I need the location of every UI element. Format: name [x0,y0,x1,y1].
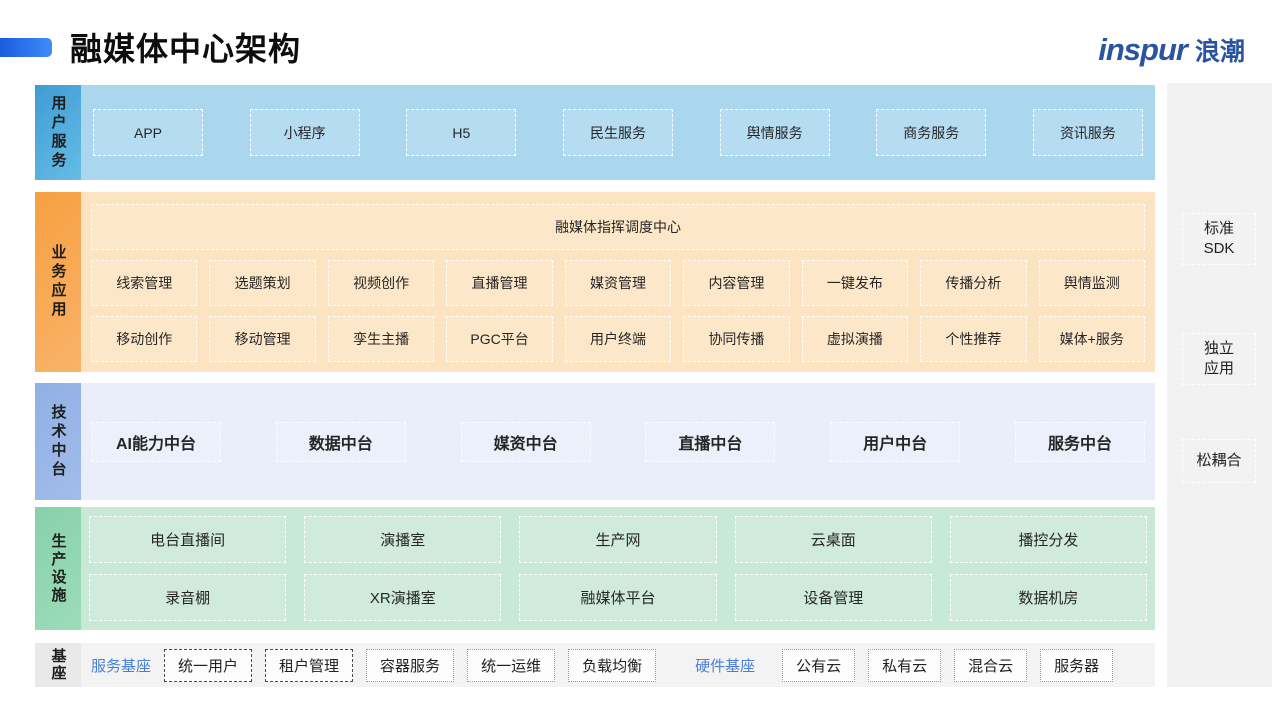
row-tech-platforms: 技术中台 AI能力中台 数据中台 媒资中台 直播中台 用户中台 服务中台 [35,383,1155,500]
logo-wordmark: inspur [1098,32,1187,68]
row-user-services: 用户服务 APP 小程序 H5 民生服务 舆情服务 商务服务 资讯服务 [35,85,1155,180]
row-label-production: 生产设施 [35,507,81,630]
platform-box: 服务中台 [1015,422,1145,462]
facility-box: 融媒体平台 [519,574,716,621]
facility-box: XR演播室 [304,574,501,621]
side-panel: 标准 SDK 独立 应用 松耦合 [1167,83,1272,687]
base-box: 服务器 [1040,649,1113,682]
user-services-content: APP 小程序 H5 民生服务 舆情服务 商务服务 资讯服务 [81,85,1155,180]
facility-box: 录音棚 [89,574,286,621]
base-box: 统一用户 [164,649,252,682]
facility-box: 电台直播间 [89,516,286,563]
platform-box: AI能力中台 [91,422,221,462]
app-box: 媒资管理 [565,260,671,306]
app-box: 虚拟演播 [802,316,908,362]
side-panel-box-standalone-app: 独立 应用 [1182,333,1256,385]
app-box: 个性推荐 [920,316,1026,362]
architecture-slide: 融媒体中心架构 inspur 浪潮 用户服务 APP 小程序 H5 民生服务 舆… [0,0,1280,703]
command-center-box: 融媒体指挥调度中心 [91,204,1145,250]
service-box: 资讯服务 [1033,109,1143,156]
platform-box: 媒资中台 [461,422,591,462]
service-box: 小程序 [250,109,360,156]
app-box: 用户终端 [565,316,671,362]
service-box: 民生服务 [563,109,673,156]
platform-box: 用户中台 [830,422,960,462]
base-box: 公有云 [782,649,855,682]
app-box: 传播分析 [920,260,1026,306]
base-box: 负载均衡 [568,649,656,682]
service-box: 舆情服务 [720,109,830,156]
row-label-foundation: 基座 [35,643,81,687]
facility-box: 云桌面 [735,516,932,563]
row-label-business-apps: 业务应用 [35,192,81,372]
app-box: 孪生主播 [328,316,434,362]
app-box: PGC平台 [446,316,552,362]
hardware-base-label: 硬件基座 [695,655,755,676]
row-foundation: 基座 服务基座 统一用户 租户管理 容器服务 统一运维 负载均衡 硬件基座 公有… [35,643,1155,687]
app-box: 媒体+服务 [1039,316,1145,362]
base-box: 容器服务 [366,649,454,682]
base-box: 租户管理 [265,649,353,682]
title-accent-bar [0,38,52,57]
row-label-tech-platforms: 技术中台 [35,383,81,500]
base-box: 私有云 [868,649,941,682]
app-box: 线索管理 [91,260,197,306]
foundation-content: 服务基座 统一用户 租户管理 容器服务 统一运维 负载均衡 硬件基座 公有云 私… [81,643,1155,687]
service-base-label: 服务基座 [91,655,151,676]
side-panel-box-standard-sdk: 标准 SDK [1182,213,1256,265]
app-box: 视频创作 [328,260,434,306]
production-content: 电台直播间 演播室 生产网 云桌面 播控分发 录音棚 XR演播室 融媒体平台 设… [81,507,1155,630]
row-production-facilities: 生产设施 电台直播间 演播室 生产网 云桌面 播控分发 录音棚 XR演播室 融媒… [35,507,1155,630]
app-box: 协同传播 [683,316,789,362]
facility-box: 演播室 [304,516,501,563]
inspur-logo: inspur 浪潮 [1098,32,1245,68]
platform-box: 直播中台 [645,422,775,462]
app-box: 一键发布 [802,260,908,306]
app-box: 舆情监测 [1039,260,1145,306]
base-box: 统一运维 [467,649,555,682]
row-business-apps: 业务应用 融媒体指挥调度中心 线索管理 选题策划 视频创作 直播管理 媒资管理 … [35,192,1155,372]
app-box: 移动创作 [91,316,197,362]
service-box: H5 [406,109,516,156]
app-box: 直播管理 [446,260,552,306]
business-apps-content: 融媒体指挥调度中心 线索管理 选题策划 视频创作 直播管理 媒资管理 内容管理 … [81,192,1155,372]
platform-box: 数据中台 [276,422,406,462]
service-box: APP [93,109,203,156]
app-box: 内容管理 [683,260,789,306]
facility-box: 设备管理 [735,574,932,621]
logo-chinese: 浪潮 [1195,32,1245,68]
business-apps-grid-row1: 线索管理 选题策划 视频创作 直播管理 媒资管理 内容管理 一键发布 传播分析 … [91,260,1145,362]
side-panel-box-loose-coupling: 松耦合 [1182,439,1256,483]
facility-box: 生产网 [519,516,716,563]
facility-box: 播控分发 [950,516,1147,563]
facility-box: 数据机房 [950,574,1147,621]
service-box: 商务服务 [876,109,986,156]
row-label-user-services: 用户服务 [35,85,81,180]
app-box: 选题策划 [209,260,315,306]
tech-platforms-content: AI能力中台 数据中台 媒资中台 直播中台 用户中台 服务中台 [81,383,1155,500]
app-box: 移动管理 [209,316,315,362]
page-title: 融媒体中心架构 [70,24,301,70]
base-box: 混合云 [954,649,1027,682]
